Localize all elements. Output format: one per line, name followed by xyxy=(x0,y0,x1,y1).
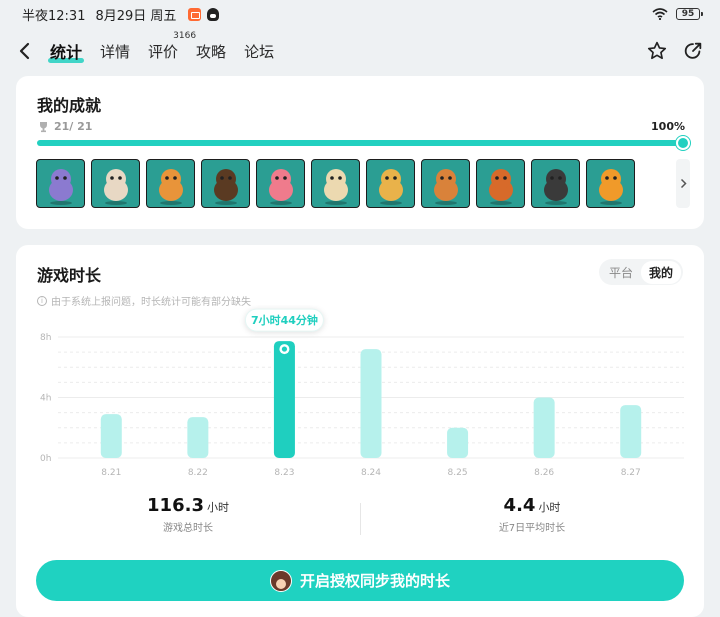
bar-tooltip-text: 7小时44分钟 xyxy=(251,313,318,327)
x-tick-label: 8.23 xyxy=(274,468,294,475)
stat-total-label: 游戏总时长 xyxy=(163,523,213,534)
y-tick-label: 0h xyxy=(40,454,51,464)
sync-playtime-button[interactable]: 开启授权同步我的时长 xyxy=(36,560,684,601)
bar-8.22[interactable] xyxy=(187,417,209,458)
tab-2[interactable]: 评价 3166 xyxy=(148,31,196,62)
ostrich-icon xyxy=(543,168,568,205)
x-tick-label: 8.24 xyxy=(361,468,381,475)
app-notification-icon xyxy=(188,7,202,21)
avatar xyxy=(269,569,292,592)
achievement-percent: 100% xyxy=(651,120,685,133)
status-date: 8月29日 周五 xyxy=(95,8,177,24)
badge-ostrich[interactable] xyxy=(531,159,580,208)
owl-icon xyxy=(213,168,238,205)
badge-owl[interactable] xyxy=(201,159,250,208)
tab-label: 评价 xyxy=(148,42,179,61)
flamingo-icon xyxy=(268,168,293,205)
status-bar: 半夜12:31 8月29日 周五 95 xyxy=(0,0,720,28)
badges-more-button[interactable] xyxy=(676,159,690,208)
badge-hamster[interactable] xyxy=(146,159,195,208)
tab-label: 论坛 xyxy=(244,42,275,61)
achievement-progress-knob xyxy=(676,136,690,150)
sync-playtime-label: 开启授权同步我的时长 xyxy=(299,572,450,590)
toggle-option-0[interactable]: 平台 xyxy=(601,261,641,284)
badge-tiger[interactable] xyxy=(586,159,635,208)
lion-icon xyxy=(488,168,513,205)
badge-giraffe[interactable] xyxy=(366,159,415,208)
tab-1[interactable]: 详情 xyxy=(100,41,130,62)
x-tick-label: 8.22 xyxy=(188,468,208,475)
stat-total-unit: 小时 xyxy=(206,501,229,514)
bar-8.26[interactable] xyxy=(533,397,555,459)
star-icon[interactable] xyxy=(646,40,668,62)
tab-4[interactable]: 论坛 xyxy=(244,41,274,62)
status-time: 半夜12:31 xyxy=(22,8,86,24)
x-tick-label: 8.26 xyxy=(534,468,554,475)
achievement-progress-bar xyxy=(37,136,690,150)
bar-8.27[interactable] xyxy=(620,405,642,458)
achievement-progress-fill xyxy=(37,140,683,146)
wifi-icon xyxy=(652,8,668,20)
trophy-icon xyxy=(40,121,47,132)
hamster-icon xyxy=(158,168,183,205)
bar-8.21[interactable] xyxy=(100,414,122,458)
bar-highlight-dot xyxy=(281,346,288,352)
badge-flamingo[interactable] xyxy=(256,159,305,208)
x-tick-label: 8.27 xyxy=(621,468,641,475)
stat-total-value: 116.3 xyxy=(147,495,204,516)
bar-8.24[interactable] xyxy=(360,349,382,458)
toggle-option-1[interactable]: 我的 xyxy=(640,260,681,284)
share-icon[interactable] xyxy=(682,40,704,62)
badge-alpaca[interactable] xyxy=(311,159,360,208)
tab-label: 详情 xyxy=(100,42,131,61)
qq-notification-icon xyxy=(207,7,220,21)
playtime-chart: 0h 4h 8h 8.21 8.22 8.23 7小时44分钟 8.24 8.25 8.26 8.2… xyxy=(40,308,684,475)
achievements-title: 我的成就 xyxy=(37,96,102,115)
badge-lion[interactable] xyxy=(476,159,525,208)
back-icon[interactable] xyxy=(18,41,36,61)
tiger-icon xyxy=(598,168,623,205)
stat-total: 116.3 小时 游戏总时长 xyxy=(16,495,360,539)
tab-label: 攻略 xyxy=(196,42,227,61)
deer-icon xyxy=(433,168,458,205)
y-tick-label: 8h xyxy=(40,333,51,343)
battery-icon: 95 xyxy=(676,8,703,20)
x-tick-label: 8.21 xyxy=(101,468,121,475)
top-nav: 统计 详情 评价 3166 攻略 论坛 xyxy=(0,31,720,68)
achievement-count: 21/ 21 xyxy=(38,120,92,133)
stat-average: 4.4 小时 近7日平均时长 xyxy=(360,495,704,539)
badge-purple-creature[interactable] xyxy=(36,159,85,208)
review-count-badge: 3166 xyxy=(173,30,197,41)
achievements-card: 我的成就 21/ 21 100% xyxy=(16,76,704,229)
badge-deer[interactable] xyxy=(421,159,470,208)
bar-8.25[interactable] xyxy=(447,427,469,458)
playtime-card: 游戏时长 平台 我的 i 由于系统上报问题，时长统计可能有部分缺失 0h 4h 8h 8… xyxy=(16,245,704,617)
tab-3[interactable]: 攻略 xyxy=(196,41,226,62)
stat-average-label: 近7日平均时长 xyxy=(498,523,566,534)
tab-bar: 统计 详情 评价 3166 攻略 论坛 xyxy=(47,31,274,63)
achievement-badge-list xyxy=(36,159,635,208)
rabbit-icon xyxy=(103,168,128,205)
y-tick-label: 4h xyxy=(40,394,51,404)
purple-creature-icon xyxy=(48,168,73,205)
alpaca-icon xyxy=(323,168,348,205)
bar-8.23[interactable] xyxy=(273,341,295,458)
playtime-title: 游戏时长 xyxy=(37,266,102,285)
stat-average-value: 4.4 xyxy=(503,495,536,516)
tab-0[interactable]: 统计 xyxy=(47,39,85,63)
giraffe-icon xyxy=(378,168,403,205)
tab-label: 统计 xyxy=(50,43,83,62)
playtime-stats: 116.3 小时 游戏总时长 4.4 小时 近7日平均时长 xyxy=(16,495,704,539)
chevron-right-icon xyxy=(680,178,687,189)
playtime-source-toggle: 平台 我的 xyxy=(598,259,683,285)
achievement-count-text: 21/ 21 xyxy=(54,120,93,133)
badge-rabbit[interactable] xyxy=(91,159,140,208)
info-icon: i xyxy=(37,295,47,306)
x-tick-label: 8.25 xyxy=(448,468,468,475)
stat-average-unit: 小时 xyxy=(538,501,561,514)
